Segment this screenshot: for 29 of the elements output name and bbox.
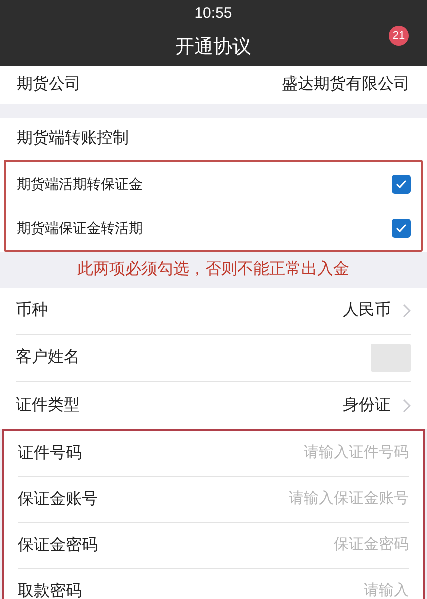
warning-note: 此两项必须勾选，否则不能正常出入金 <box>78 260 350 280</box>
select-field[interactable]: 身份证 <box>343 394 411 418</box>
chevron-right-icon <box>403 304 411 318</box>
row-label: 证件类型 <box>16 396 80 416</box>
option-label: 期货端活期转保证金 <box>17 174 143 194</box>
row-label: 期货公司 <box>17 75 81 95</box>
row-value: 盛达期货有限公司 <box>282 74 410 95</box>
input-field[interactable]: 请输入 <box>189 580 409 599</box>
redacted-value <box>371 344 411 372</box>
input-field[interactable]: 保证金密码 <box>189 534 409 557</box>
check-icon <box>396 224 407 232</box>
chevron-right-icon <box>403 398 411 412</box>
checkbox[interactable] <box>392 174 411 194</box>
section-title: 期货端转账控制 <box>17 128 129 149</box>
page-title: 开通协议 <box>176 36 252 60</box>
field-label: 取款密码 <box>18 582 82 599</box>
select-field[interactable]: 人民币 <box>343 299 411 323</box>
status-time: 10:55 <box>194 4 232 24</box>
field-label: 保证金密码 <box>18 536 98 556</box>
row-label: 客户姓名 <box>16 348 80 368</box>
input-field[interactable]: 请输入证件号码 <box>189 442 409 465</box>
input-field[interactable]: 请输入保证金账号 <box>189 488 409 511</box>
row-label: 币种 <box>16 300 48 321</box>
field-label: 证件号码 <box>18 444 82 464</box>
option-label: 期货端保证金转活期 <box>17 218 143 238</box>
notification-badge: 21 <box>389 26 409 46</box>
checkbox[interactable] <box>392 218 411 238</box>
check-icon <box>396 180 407 188</box>
field-label: 保证金账号 <box>18 490 98 510</box>
